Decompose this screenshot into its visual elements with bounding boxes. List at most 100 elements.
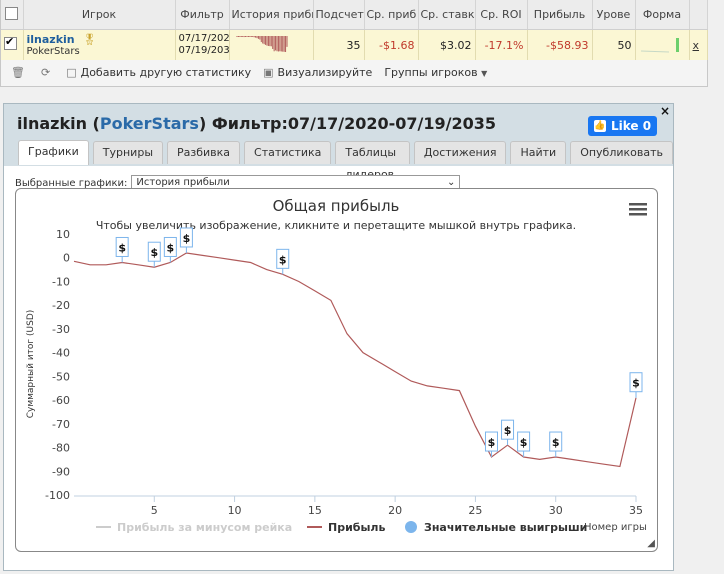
header-player[interactable]: Игрок (23, 0, 176, 30)
visualize-label: Визуализируйте (277, 66, 373, 79)
chevron-down-icon: ▼ (481, 69, 488, 78)
graph-selector-label: Выбранные графики: (15, 177, 128, 189)
legend-item-rake[interactable]: Прибыль за минусом рейка (96, 521, 292, 534)
legend-item-profit[interactable]: Прибыль (307, 521, 385, 534)
thumbs-up-icon: 👍 (593, 120, 606, 132)
close-icon[interactable]: × (660, 104, 670, 118)
big-win-marker-label: $ (552, 436, 560, 449)
row-checkbox[interactable] (4, 35, 17, 50)
level-cell: 50 (592, 29, 636, 60)
big-win-marker-label: $ (279, 253, 287, 266)
x-tick-label: 25 (468, 504, 482, 517)
header-profit-history[interactable]: История прибы (229, 0, 314, 30)
player-cell: ilnazkin 🎖 PokerStars (23, 29, 176, 60)
player-link[interactable]: ilnazkin (27, 33, 75, 46)
facebook-like-button[interactable]: 👍 Like 0 (588, 116, 657, 136)
y-tick-label: -10 (52, 275, 70, 288)
tab-achievements[interactable]: Достижения (413, 141, 507, 164)
chart-title: Общая прибыль (273, 197, 400, 215)
dialog-tabs: Графики Турниры Разбивка Статистика Табл… (18, 140, 673, 181)
x-tick-label: 20 (388, 504, 402, 517)
visualize-button[interactable]: ▣ Визуализируйте (263, 66, 372, 79)
graph-select-value: История прибыли (136, 177, 230, 188)
profit-chart[interactable]: Общая прибыль Чтобы увеличить изображени… (16, 189, 657, 551)
x-tick-label: 15 (308, 504, 322, 517)
big-win-marker[interactable]: $ (147, 241, 161, 268)
chart-legend: Прибыль за минусом рейка Прибыль Значите… (96, 521, 587, 534)
add-stats-button[interactable]: □ Добавить другую статистику (66, 66, 251, 79)
avg-roi-cell: -17.1% (475, 29, 528, 60)
big-win-marker[interactable]: $ (276, 248, 290, 275)
trash-icon[interactable]: 🗑 (11, 66, 25, 79)
player-table: Игрок Фильтр История прибы Подсчет Ср. п… (1, 0, 708, 60)
form-cell (635, 29, 690, 60)
legend-label-profit: Прибыль (328, 521, 385, 534)
sparkline-graph (236, 35, 287, 52)
header-form[interactable]: Форма (635, 0, 690, 30)
big-win-marker-label: $ (520, 436, 528, 449)
player-groups-dropdown[interactable]: Группы игроков ▼ (384, 66, 487, 79)
tab-find[interactable]: Найти (510, 141, 567, 164)
big-win-marker-label: $ (183, 232, 191, 245)
player-graph-dialog: ilnazkin (PokerStars) Фильтр:07/17/2020-… (3, 103, 674, 571)
dialog-title: ilnazkin (PokerStars) Фильтр:07/17/2020-… (17, 114, 497, 133)
header-avg-profit[interactable]: Ср. приб (364, 0, 419, 30)
header-avg-roi[interactable]: Ср. ROI (475, 0, 528, 30)
player-table-panel: Игрок Фильтр История прибы Подсчет Ср. п… (0, 0, 708, 87)
x-tick-label: 5 (151, 504, 158, 517)
x-tick-label: 35 (629, 504, 643, 517)
big-win-marker-label: $ (150, 246, 158, 259)
resize-handle-icon[interactable]: ◢ (647, 538, 655, 549)
profit-chart-container[interactable]: Общая прибыль Чтобы увеличить изображени… (15, 188, 658, 552)
header-avg-stake[interactable]: Ср. ставк (418, 0, 476, 30)
table-toolbar: 🗑 ⟳ □ Добавить другую статистику ▣ Визуали… (1, 60, 707, 85)
profit-history-sparkline[interactable] (229, 29, 314, 60)
y-tick-label: -40 (52, 347, 70, 360)
avg-stake-cell: $3.02 (418, 29, 476, 60)
tab-leaderboards[interactable]: Таблицы лидеров (335, 141, 410, 181)
tab-breakdown[interactable]: Разбивка (167, 141, 241, 164)
dialog-header: ilnazkin (PokerStars) Фильтр:07/17/2020-… (4, 104, 673, 181)
header-profit[interactable]: Прибыль (527, 0, 593, 30)
add-stats-icon: □ (66, 66, 77, 79)
big-win-marker[interactable]: $ (115, 236, 129, 263)
big-win-marker[interactable]: $ (179, 227, 193, 253)
remove-row-button[interactable]: x (693, 39, 700, 52)
select-all-checkbox[interactable] (5, 6, 19, 20)
big-win-marker[interactable]: $ (549, 431, 563, 458)
big-win-marker[interactable]: $ (501, 419, 515, 446)
header-level[interactable]: Урове (592, 0, 636, 30)
y-tick-label: 10 (56, 228, 70, 241)
legend-label-big-wins: Значительные выигрыши (424, 521, 587, 534)
legend-label-rake: Прибыль за минусом рейка (117, 521, 292, 534)
tab-publish[interactable]: Опубликовать (570, 141, 673, 164)
header-select-all[interactable] (1, 0, 24, 30)
refresh-icon[interactable]: ⟳ (41, 66, 50, 79)
add-stats-label: Добавить другую статистику (80, 66, 252, 79)
y-tick-label: -90 (52, 465, 70, 478)
count-cell: 35 (313, 29, 365, 60)
table-row[interactable]: ilnazkin 🎖 PokerStars 07/17/202 07/19/20… (1, 29, 708, 60)
dialog-site-link[interactable]: PokerStars (100, 114, 199, 133)
y-tick-label: -60 (52, 394, 70, 407)
form-graph (640, 37, 679, 52)
tab-statistics[interactable]: Статистика (244, 141, 332, 164)
legend-item-big-wins[interactable]: Значительные выигрыши (405, 521, 587, 534)
tab-graphs[interactable]: Графики (18, 140, 89, 165)
big-win-marker-label: $ (632, 377, 640, 390)
y-tick-label: -70 (52, 418, 70, 431)
player-site: PokerStars (26, 46, 80, 57)
filter-to: 07/19/203 (178, 45, 229, 56)
big-win-marker[interactable]: $ (629, 372, 643, 398)
big-win-marker-label: $ (118, 241, 126, 254)
header-count[interactable]: Подсчет (313, 0, 365, 30)
big-win-marker[interactable]: $ (163, 236, 177, 263)
row-select-cell[interactable] (1, 29, 24, 60)
y-tick-label: -80 (52, 442, 70, 455)
y-tick-label: -100 (45, 489, 70, 502)
y-axis-label: Суммарный итог (USD) (26, 310, 36, 419)
tab-tournaments[interactable]: Турниры (92, 141, 164, 164)
player-groups-label: Группы игроков (384, 66, 478, 79)
hamburger-menu-icon[interactable] (629, 203, 647, 216)
header-filter[interactable]: Фильтр (175, 0, 230, 30)
